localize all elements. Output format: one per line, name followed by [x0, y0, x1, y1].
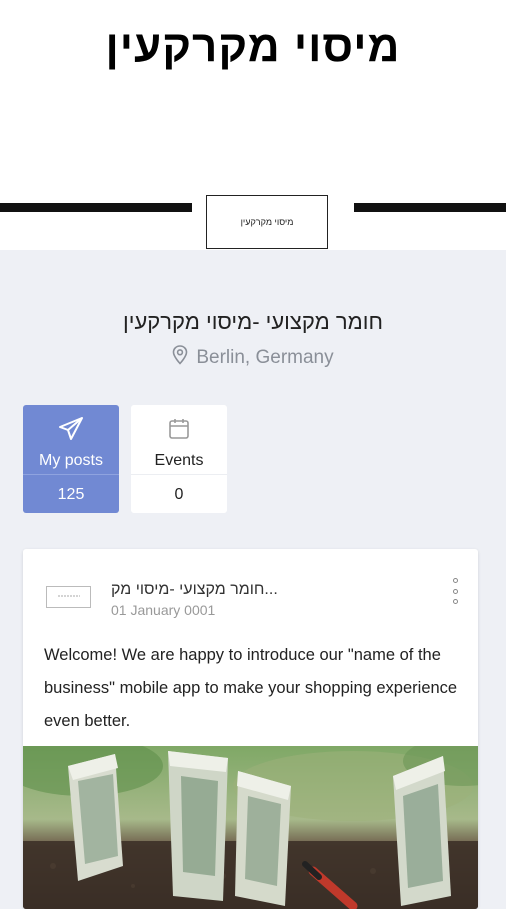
post-card[interactable]: חומר מקצועי -מיסוי מק... 01 January 0001… [23, 549, 478, 909]
my-posts-count: 125 [23, 474, 119, 513]
location: Berlin, Germany [0, 345, 506, 371]
post-author-avatar[interactable] [46, 586, 91, 608]
my-posts-label: My posts [38, 452, 103, 469]
calendar-icon [167, 417, 191, 446]
events-count: 0 [131, 474, 227, 513]
post-text: Welcome! We are happy to introduce our "… [44, 646, 458, 730]
post-date: 01 January 0001 [111, 602, 216, 618]
money-plants-photo [23, 746, 478, 909]
more-vertical-icon[interactable] [448, 578, 462, 604]
events-tab[interactable]: Events 0 [131, 405, 227, 513]
events-label: Events [154, 452, 204, 469]
paper-plane-icon [58, 417, 84, 446]
cover-divider-left [0, 203, 192, 212]
post-author[interactable]: חומר מקצועי -מיסוי מק... [111, 581, 411, 599]
location-text: Berlin, Germany [196, 347, 334, 368]
my-posts-tab[interactable]: My posts 125 [23, 405, 119, 513]
cover-header: מיסוי מקרקעין מיסוי מקרקעין [0, 0, 506, 250]
profile-name: חומר מקצועי -מיסוי מקרקעין [123, 309, 383, 334]
post-avatar-thumbnail-icon [54, 593, 84, 601]
post-image[interactable] [23, 746, 478, 909]
cover-divider-right [354, 203, 506, 212]
cover-title: מיסוי מקרקעין [105, 22, 401, 71]
map-pin-icon [172, 345, 188, 371]
avatar[interactable]: מיסוי מקרקעין [206, 195, 328, 249]
